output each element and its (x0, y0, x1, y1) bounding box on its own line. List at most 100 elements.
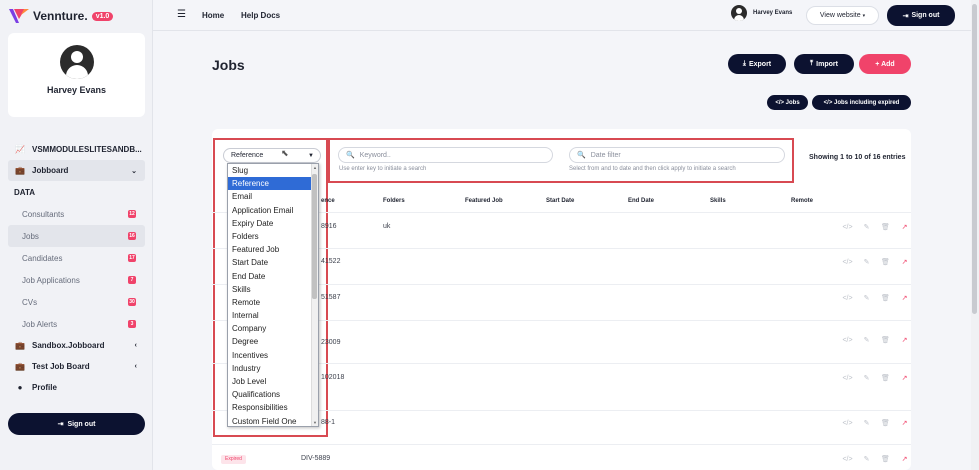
trash-icon[interactable]: 🗑 (876, 419, 895, 427)
external-link-icon[interactable]: ↗ (895, 258, 914, 266)
dropdown-option[interactable]: Degree (228, 335, 312, 348)
dropdown-option[interactable]: Featured Job (228, 243, 312, 256)
pencil-icon[interactable]: ✎ (857, 294, 876, 302)
sidebar-item-label: CVs (22, 297, 38, 307)
add-job-button[interactable]: + Add (859, 54, 911, 74)
dropdown-option[interactable]: Folders (228, 230, 312, 243)
count-badge: 12 (128, 210, 136, 218)
pencil-icon[interactable]: ✎ (857, 258, 876, 266)
dropdown-option[interactable]: Industry (228, 362, 312, 375)
upload-icon: ⤒ (810, 60, 814, 67)
dropdown-option[interactable]: Email (228, 190, 312, 203)
jobs-expired-embed-button[interactable]: </> Jobs including expired (812, 95, 911, 110)
dropdown-option[interactable]: Custom Field One (228, 415, 312, 426)
trash-icon[interactable]: 🗑 (876, 294, 895, 302)
column-header-reference[interactable]: ence (321, 198, 335, 204)
sidebar-item-site[interactable]: 📈 VSMMODULESLITESANDB... (8, 139, 145, 160)
code-icon[interactable]: </> (838, 259, 857, 266)
user-menu[interactable]: Harvey Evans (731, 5, 792, 21)
dropdown-option[interactable]: Expiry Date (228, 217, 312, 230)
dropdown-option[interactable]: Slug (228, 164, 312, 177)
sidebar-item-profile[interactable]: ● Profile (8, 377, 145, 398)
code-icon[interactable]: </> (838, 456, 857, 463)
scroll-up-icon[interactable]: ▲ (313, 165, 317, 170)
topbar-signout-button[interactable]: ⇥ Sign out (887, 5, 955, 26)
download-icon: ⤓ (742, 60, 746, 67)
external-link-icon[interactable]: ↗ (895, 294, 914, 302)
dropdown-option[interactable]: Start Date (228, 256, 312, 269)
column-header-end-date[interactable]: End Date (628, 198, 654, 204)
dropdown-scrollbar[interactable]: ▲ ▼ (311, 164, 318, 426)
column-header-remote[interactable]: Remote (791, 198, 813, 204)
date-filter-input[interactable]: 🔍 Date filter (569, 147, 785, 163)
dropdown-option[interactable]: Company (228, 322, 312, 335)
code-icon[interactable]: </> (838, 224, 857, 231)
trash-icon[interactable]: 🗑 (876, 455, 895, 463)
code-icon[interactable]: </> (838, 337, 857, 344)
pencil-icon[interactable]: ✎ (857, 455, 876, 463)
dropdown-option[interactable]: Skills (228, 283, 312, 296)
external-link-icon[interactable]: ↗ (895, 374, 914, 382)
brand-logo[interactable]: Vennture. v1.0 (8, 7, 114, 25)
code-icon[interactable]: </> (838, 420, 857, 427)
sidebar-item-label: Jobs (22, 231, 39, 241)
dropdown-option[interactable]: Reference (228, 177, 312, 191)
sidebar-item-consultants[interactable]: Consultants 12 (8, 203, 145, 225)
sidebar-item-jobs[interactable]: Jobs 16 (8, 225, 145, 247)
sidebar-item-job-alerts[interactable]: Job Alerts 3 (8, 313, 145, 335)
dropdown-option[interactable]: End Date (228, 270, 312, 283)
row-actions: </> ✎ 🗑 ↗ (838, 374, 914, 383)
code-icon[interactable]: </> (838, 375, 857, 382)
jobs-embed-button[interactable]: </> Jobs (767, 95, 808, 110)
external-link-icon[interactable]: ↗ (895, 419, 914, 427)
keyword-search-input[interactable]: 🔍 Keyword.. (338, 147, 553, 163)
column-header-featured-job[interactable]: Featured Job (465, 198, 503, 204)
import-button[interactable]: ⤒ Import (794, 54, 854, 74)
sidebar-item-job-applications[interactable]: Job Applications 7 (8, 269, 145, 291)
dropdown-option[interactable]: Responsibilities (228, 401, 312, 414)
export-button[interactable]: ⤓ Export (728, 54, 786, 74)
nav-home-link[interactable]: Home (202, 11, 224, 20)
hamburger-menu-icon[interactable]: ☰ (177, 9, 186, 20)
sign-out-icon: ⇥ (57, 421, 64, 428)
column-header-folders[interactable]: Folders (383, 198, 405, 204)
sidebar-item-test-job-board[interactable]: 💼 Test Job Board ‹ (8, 356, 145, 377)
scroll-thumb[interactable] (312, 174, 317, 299)
sidebar-item-sandbox-jobboard[interactable]: 💼 Sandbox.Jobboard ‹ (8, 335, 145, 356)
pencil-icon[interactable]: ✎ (857, 419, 876, 427)
trash-icon[interactable]: 🗑 (876, 223, 895, 231)
import-label: Import (816, 60, 838, 68)
column-header-skills[interactable]: Skills (710, 198, 726, 204)
search-field-select[interactable]: Reference ▼ (223, 148, 321, 163)
scroll-down-icon[interactable]: ▼ (313, 420, 317, 425)
trash-icon[interactable]: 🗑 (876, 258, 895, 266)
page-scroll-thumb[interactable] (972, 4, 977, 314)
code-icon[interactable]: </> (838, 295, 857, 302)
mouse-cursor-icon: ⬉ (281, 148, 289, 158)
dropdown-option[interactable]: Qualifications (228, 388, 312, 401)
sidebar-item-candidates[interactable]: Candidates 17 (8, 247, 145, 269)
sidebar-item-cvs[interactable]: CVs 30 (8, 291, 145, 313)
dropdown-option[interactable]: Job Level (228, 375, 312, 388)
sidebar-item-label: Consultants (22, 209, 65, 219)
dropdown-option[interactable]: Remote (228, 296, 312, 309)
column-header-start-date[interactable]: Start Date (546, 198, 574, 204)
external-link-icon[interactable]: ↗ (895, 223, 914, 231)
sidebar-item-jobboard[interactable]: 💼 Jobboard ⌄ (8, 160, 145, 181)
dropdown-option[interactable]: Incentives (228, 349, 312, 362)
sidebar-signout-button[interactable]: ⇥ Sign out (8, 413, 145, 435)
view-website-button[interactable]: View website ▾ (806, 6, 879, 25)
trash-icon[interactable]: 🗑 (876, 336, 895, 344)
dropdown-option[interactable]: Application Email (228, 204, 312, 217)
trash-icon[interactable]: 🗑 (876, 374, 895, 382)
external-link-icon[interactable]: ↗ (895, 455, 914, 463)
pencil-icon[interactable]: ✎ (857, 223, 876, 231)
nav-help-docs-link[interactable]: Help Docs (241, 11, 280, 20)
dropdown-option[interactable]: Internal (228, 309, 312, 322)
row-actions: </> ✎ 🗑 ↗ (838, 223, 914, 232)
external-link-icon[interactable]: ↗ (895, 336, 914, 344)
signout-label: Sign out (67, 420, 96, 428)
pencil-icon[interactable]: ✎ (857, 336, 876, 344)
pencil-icon[interactable]: ✎ (857, 374, 876, 382)
table-divider (212, 444, 911, 445)
